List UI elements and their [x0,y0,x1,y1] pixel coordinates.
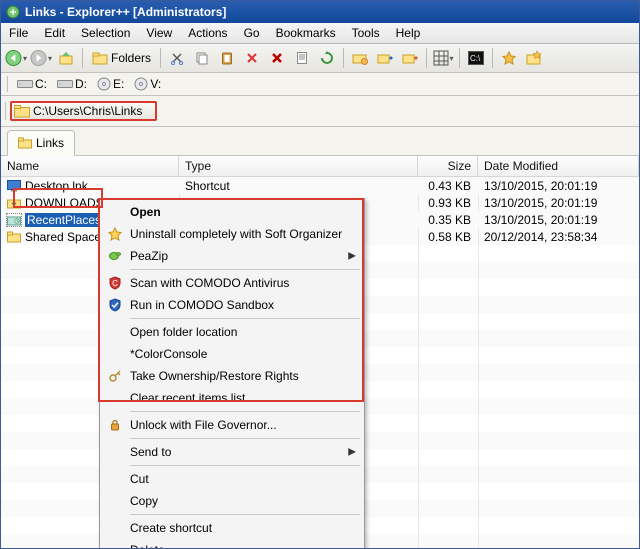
cm-clear-recent[interactable]: Clear recent items list [102,387,362,409]
drive-label: C: [35,77,47,91]
address-bar: C:\Users\Chris\Links [1,96,639,127]
cm-comodo-sandbox[interactable]: Run in COMODO Sandbox [102,294,362,316]
moveto-button[interactable] [399,47,421,69]
address-highlight: C:\Users\Chris\Links [10,101,157,121]
drives-bar: C: D: E: V: [1,73,639,96]
up-button[interactable] [55,47,77,69]
drive-label: V: [150,77,161,91]
newfolder-button[interactable] [349,47,371,69]
cm-create-shortcut[interactable]: Create shortcut [102,517,362,539]
menubar: File Edit Selection View Actions Go Book… [1,23,639,44]
drive-d[interactable]: D: [54,76,90,92]
cm-open[interactable]: Open [102,201,362,223]
menu-bookmarks[interactable]: Bookmarks [268,23,344,43]
cm-comodo-scan[interactable]: C Scan with COMODO Antivirus [102,272,362,294]
drive-c[interactable]: C: [14,76,50,92]
refresh-button[interactable] [316,47,338,69]
menu-edit[interactable]: Edit [36,23,73,43]
cm-send-to[interactable]: Send to▶ [102,441,362,463]
cmdprompt-button[interactable]: C:\ [465,47,487,69]
copy-button[interactable] [191,47,213,69]
context-menu: Open Uninstall completely with Soft Orga… [99,198,365,549]
peazip-icon [106,247,124,265]
folders-label: Folders [111,51,151,65]
svg-text:C:\: C:\ [470,54,481,63]
menu-selection[interactable]: Selection [73,23,138,43]
folder-icon [7,231,21,243]
folders-button[interactable]: Folders [88,47,155,69]
folder-icon [18,137,32,149]
toolbar: ▾ ▾ Folders ▾ C:\ [1,44,639,73]
drive-v[interactable]: V: [131,76,164,92]
cm-peazip[interactable]: PeaZip ▶ [102,245,362,267]
listview-header: Name Type Size Date Modified [1,156,639,177]
disc-icon [97,77,111,91]
drive-e[interactable]: E: [94,76,127,92]
chevron-right-icon: ▶ [348,251,356,262]
cm-cut[interactable]: Cut [102,468,362,490]
forward-button[interactable]: ▾ [30,47,52,69]
key-icon [106,367,124,385]
col-header-size[interactable]: Size [418,156,478,176]
hdd-icon [17,78,33,90]
drive-label: D: [75,77,87,91]
svg-text:C: C [112,279,118,288]
cm-take-ownership[interactable]: Take Ownership/Restore Rights [102,365,362,387]
cm-unlock-file-governor[interactable]: Unlock with File Governor... [102,414,362,436]
menu-file[interactable]: File [1,23,36,43]
chevron-right-icon: ▶ [348,447,356,458]
cm-open-folder[interactable]: Open folder location [102,321,362,343]
recent-icon [7,214,21,226]
menu-help[interactable]: Help [388,23,429,43]
cm-copy[interactable]: Copy [102,490,362,512]
shield-blue-icon [106,296,124,314]
menu-go[interactable]: Go [236,23,268,43]
titlebar: Links - Explorer++ [Administrators] [1,1,639,23]
soft-organizer-icon [106,225,124,243]
organize-bookmarks-button[interactable] [523,47,545,69]
copyto-button[interactable] [374,47,396,69]
cm-colorconsole[interactable]: *ColorConsole [102,343,362,365]
desktop-icon [7,180,21,192]
address-input[interactable]: C:\Users\Chris\Links [33,104,153,118]
bookmark-button[interactable] [498,47,520,69]
disc-icon [134,77,148,91]
menu-actions[interactable]: Actions [180,23,235,43]
app-icon [5,4,21,20]
delete-perm-button[interactable] [266,47,288,69]
window-title: Links - Explorer++ [Administrators] [25,5,226,19]
shield-red-icon: C [106,274,124,292]
delete-button[interactable] [241,47,263,69]
col-header-date[interactable]: Date Modified [478,156,639,176]
back-button[interactable]: ▾ [5,47,27,69]
col-header-name[interactable]: Name [1,156,179,176]
app-window: Links - Explorer++ [Administrators] File… [0,0,640,549]
drive-label: E: [113,77,124,91]
table-row[interactable]: Desktop.lnk Shortcut 0.43 KB 13/10/2015,… [1,177,639,194]
menu-view[interactable]: View [138,23,180,43]
hdd-icon [57,78,73,90]
menu-tools[interactable]: Tools [344,23,388,43]
paste-button[interactable] [216,47,238,69]
cut-button[interactable] [166,47,188,69]
folder-icon [14,104,30,118]
folder-down-icon [7,197,21,209]
col-header-type[interactable]: Type [179,156,418,176]
tab-label: Links [36,136,64,150]
cm-soft-organizer[interactable]: Uninstall completely with Soft Organizer [102,223,362,245]
tabs-bar: Links [1,127,639,156]
properties-button[interactable] [291,47,313,69]
views-button[interactable]: ▾ [432,47,454,69]
tab-links[interactable]: Links [7,130,75,156]
cm-delete[interactable]: Delete [102,539,362,549]
lock-icon [106,416,124,434]
